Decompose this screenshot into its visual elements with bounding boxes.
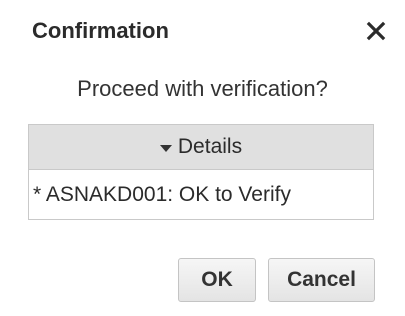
close-icon[interactable] (365, 20, 387, 42)
confirmation-dialog: Confirmation Proceed with verification? … (0, 0, 405, 316)
details-toggle[interactable]: Details (29, 125, 373, 170)
caret-down-icon (159, 144, 172, 152)
dialog-title: Confirmation (32, 18, 169, 43)
details-item: * ASNAKD001: OK to Verify (33, 182, 291, 206)
ok-button[interactable]: OK (178, 258, 256, 302)
details-panel: Details * ASNAKD001: OK to Verify (28, 124, 374, 220)
details-header-label: Details (177, 135, 243, 158)
cancel-button[interactable]: Cancel (268, 258, 375, 302)
confirmation-message: Proceed with verification? (77, 76, 328, 101)
